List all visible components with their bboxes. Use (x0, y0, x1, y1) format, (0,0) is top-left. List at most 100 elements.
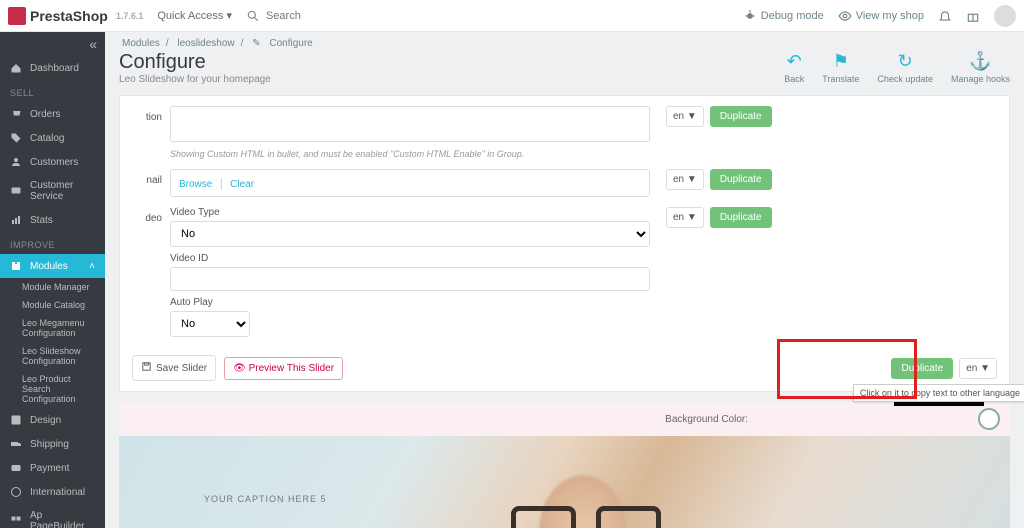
search-wrap (246, 9, 386, 23)
sidebar-sub-module-manager[interactable]: Module Manager (0, 278, 105, 296)
breadcrumb: Modules/ leoslideshow/ ✎ Configure (105, 32, 1024, 49)
logo[interactable]: PrestaShop 1.7.6.1 (8, 7, 143, 25)
bgcolor-label: Background Color: (665, 414, 748, 425)
sidebar-sub-megamenu[interactable]: Leo Megamenu Configuration (0, 314, 105, 342)
video-label: deo (132, 207, 162, 224)
dashboard-icon (10, 62, 22, 74)
video-id-input[interactable] (170, 267, 650, 291)
duplicate-button[interactable]: Duplicate (710, 169, 772, 190)
translate-button[interactable]: ⚑Translate (822, 51, 859, 84)
search-input[interactable] (266, 10, 386, 22)
sidebar-item-modules[interactable]: Modules˄ (0, 254, 105, 278)
description-hint: Showing Custom HTML in bullet, and must … (170, 149, 650, 159)
eye-icon: 👁 (233, 363, 246, 374)
duplicate-tooltip: Click on it to copy text to other langua… (853, 384, 1024, 402)
sidebar-item-customers[interactable]: Customers (0, 150, 105, 174)
form-panel: tion Showing Custom HTML in bullet, and … (119, 95, 1010, 392)
clear-button[interactable]: Clear (230, 179, 254, 190)
chevron-down-icon: ▼ (687, 174, 697, 185)
flag-icon: ⚑ (822, 51, 859, 72)
quick-access-dropdown[interactable]: Quick Access ▾ (157, 9, 232, 22)
chevron-down-icon: ▾ (226, 10, 232, 22)
collapse-sidebar-button[interactable]: « (0, 32, 105, 56)
chevron-down-icon: ▼ (980, 363, 990, 374)
thumbnail-label: nail (132, 169, 162, 186)
refresh-icon: ↻ (877, 51, 933, 72)
save-slider-button[interactable]: Save Slider (132, 355, 216, 381)
autoplay-select[interactable]: No (170, 311, 250, 337)
description-input[interactable] (170, 106, 650, 142)
eye-icon (838, 9, 852, 23)
main-content: Modules/ leoslideshow/ ✎ Configure Confi… (105, 32, 1024, 528)
hero-image-detail (511, 506, 661, 528)
tag-icon (10, 132, 22, 144)
duplicate-button[interactable]: Duplicate (710, 106, 772, 127)
debug-mode-link[interactable]: Debug mode (743, 9, 824, 23)
search-icon (246, 9, 260, 23)
bgcolor-row: Background Color: (119, 402, 1010, 436)
sidebar-item-orders[interactable]: Orders (0, 102, 105, 126)
manage-hooks-button[interactable]: ⚓Manage hooks (951, 51, 1010, 84)
browse-button[interactable]: Browse (179, 179, 212, 190)
sidebar-item-payment[interactable]: Payment (0, 456, 105, 480)
sidebar: « Dashboard SELL Orders Catalog Customer… (0, 32, 105, 528)
page-subtitle: Leo Slideshow for your homepage (119, 74, 271, 85)
back-icon: ↶ (784, 51, 804, 72)
puzzle-icon (10, 260, 22, 272)
sidebar-item-dashboard[interactable]: Dashboard (0, 56, 105, 80)
sidebar-item-stats[interactable]: Stats (0, 208, 105, 232)
sidebar-item-pagebuilder[interactable]: Ap PageBuilder (0, 504, 105, 528)
duplicate-all-button[interactable]: Duplicate (891, 358, 953, 379)
page-title: Configure (119, 51, 271, 74)
sidebar-sub-slideshow[interactable]: Leo Slideshow Configuration (0, 342, 105, 370)
chevron-down-icon: ▼ (687, 111, 697, 122)
sidebar-item-design[interactable]: Design (0, 408, 105, 432)
breadcrumb-modules[interactable]: Modules (122, 38, 160, 49)
bug-icon (743, 9, 757, 23)
cart-icon (10, 108, 22, 120)
version: 1.7.6.1 (116, 11, 144, 21)
autoplay-label: Auto Play (170, 297, 650, 308)
chevron-up-icon: ˄ (89, 261, 95, 272)
layout-icon (10, 515, 22, 527)
chat-icon (10, 185, 22, 197)
lang-selector-main[interactable]: en ▼ (959, 358, 997, 379)
sidebar-item-catalog[interactable]: Catalog (0, 126, 105, 150)
save-icon (141, 361, 152, 375)
check-update-button[interactable]: ↻Check update (877, 51, 933, 84)
description-label: tion (132, 106, 162, 123)
view-shop-link[interactable]: View my shop (838, 9, 924, 23)
caption-small: YOUR CAPTION HERE 5 (204, 494, 327, 504)
edit-icon: ✎ (252, 38, 260, 49)
bgcolor-swatch[interactable] (978, 408, 1000, 430)
sidebar-item-cs[interactable]: Customer Service (0, 174, 105, 208)
breadcrumb-configure: Configure (269, 38, 312, 49)
breadcrumb-module[interactable]: leoslideshow (177, 38, 234, 49)
user-icon (10, 156, 22, 168)
lang-selector[interactable]: en ▼ (666, 106, 704, 127)
video-id-label: Video ID (170, 253, 650, 264)
bell-icon[interactable] (938, 9, 952, 23)
avatar[interactable] (994, 5, 1016, 27)
anchor-icon: ⚓ (951, 51, 1010, 72)
back-button[interactable]: ↶Back (784, 51, 804, 84)
gift-icon[interactable] (966, 9, 980, 23)
logo-icon (8, 7, 26, 25)
sidebar-sub-product-search[interactable]: Leo Product Search Configuration (0, 370, 105, 408)
globe-icon (10, 486, 22, 498)
top-bar: PrestaShop 1.7.6.1 Quick Access ▾ Debug … (0, 0, 1024, 32)
preview-slider-button[interactable]: 👁 Preview This Slider (224, 357, 343, 380)
sidebar-sub-module-catalog[interactable]: Module Catalog (0, 296, 105, 314)
truck-icon (10, 438, 22, 450)
slide-preview: YOUR CAPTION HERE 5 ST Precise and depen… (119, 436, 1010, 528)
lang-selector[interactable]: en ▼ (666, 169, 704, 190)
sidebar-item-international[interactable]: International (0, 480, 105, 504)
duplicate-button[interactable]: Duplicate (710, 207, 772, 228)
sidebar-section-improve: IMPROVE (0, 232, 105, 254)
lang-selector[interactable]: en ▼ (666, 207, 704, 228)
video-type-select[interactable]: No (170, 221, 650, 247)
card-icon (10, 462, 22, 474)
chevron-down-icon: ▼ (687, 212, 697, 223)
logo-text: PrestaShop (30, 8, 108, 24)
sidebar-item-shipping[interactable]: Shipping (0, 432, 105, 456)
